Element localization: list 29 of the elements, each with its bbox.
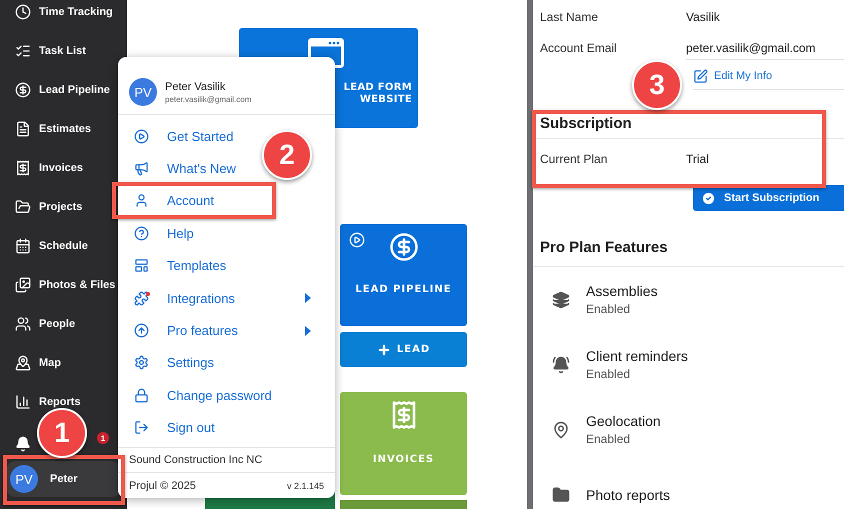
feature-name: Geolocation xyxy=(586,413,661,429)
section-title: Subscription xyxy=(533,115,844,139)
alert-count: 1 xyxy=(97,432,109,444)
user-name: Peter Vasilik xyxy=(165,80,226,92)
field-label: Account Email xyxy=(539,41,618,55)
copyright: Projul © 2025 xyxy=(129,480,196,492)
version: v 2.1.145 xyxy=(286,481,324,492)
section-title: Pro Plan Features xyxy=(533,239,844,267)
tile-label: LEAD PIPELINE xyxy=(355,284,452,296)
feature-name: Photo reports xyxy=(586,486,670,502)
tile-label: LEAD xyxy=(396,344,430,356)
user-name: Peter xyxy=(50,473,78,485)
feature-status: Enabled xyxy=(586,432,632,446)
feature-name: Client reminders xyxy=(586,348,688,364)
field-value: Vasilik xyxy=(686,8,721,26)
tile-label: WEBSITE xyxy=(360,94,412,106)
feature-name: Assemblies xyxy=(586,283,658,299)
field-value: Trial xyxy=(686,151,710,168)
field-label: Last Name xyxy=(539,10,600,24)
field-value: peter.vasilik@gmail.com xyxy=(686,36,844,60)
step-badge: 3 xyxy=(632,60,682,110)
feature-status: Enabled xyxy=(586,302,632,316)
user-email: peter.vasilik@gmail.com xyxy=(165,94,252,104)
tile-label: INVOICES xyxy=(372,454,434,466)
user-avatar: PV xyxy=(10,465,38,493)
feature-status: Enabled xyxy=(586,367,632,381)
tile-label: LEAD FORM xyxy=(344,82,412,94)
field-label: Current Plan xyxy=(539,152,608,166)
user-avatar: PV xyxy=(129,78,157,106)
